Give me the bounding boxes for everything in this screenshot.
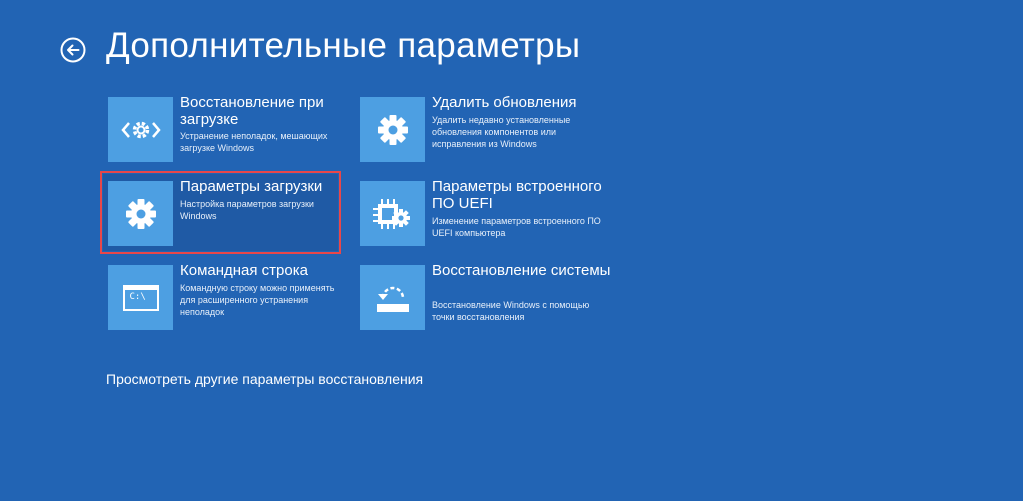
tile-title: Восстановление при загрузке — [180, 94, 324, 128]
tile-title: Удалить обновления — [432, 94, 577, 111]
tile-command-prompt[interactable]: C:\ Командная строка Командную строку мо… — [108, 262, 348, 335]
back-arrow-icon — [60, 37, 86, 63]
tile-description: Удалить недавно установленные обновления… — [432, 115, 571, 149]
gear-icon — [377, 114, 408, 145]
tile-title: Параметры встроенного ПО UEFI — [432, 178, 602, 212]
tile-icon-box — [360, 265, 425, 330]
tile-description: Устранение неполадок, мешающих загрузке … — [180, 131, 328, 153]
page-title: Дополнительные параметры — [106, 26, 581, 65]
tile-uefi-settings[interactable]: Параметры встроенного ПО UEFI Изменение … — [360, 178, 602, 251]
startup-repair-icon — [120, 121, 161, 138]
more-recovery-options-link[interactable]: Просмотреть другие параметры восстановле… — [106, 371, 423, 387]
tile-uninstall-updates[interactable]: Удалить обновления Удалить недавно устан… — [360, 94, 600, 167]
tile-icon-box — [360, 97, 425, 162]
tile-title: Командная строка — [180, 262, 308, 279]
tile-description: Командную строку можно применять для рас… — [180, 283, 335, 317]
tile-description: Восстановление Windows с помощью точки в… — [432, 300, 590, 322]
tile-startup-repair[interactable]: Восстановление при загрузке Устранение н… — [108, 94, 348, 167]
tile-description: Настройка параметров загрузки Windows — [180, 199, 314, 221]
back-button[interactable] — [60, 37, 86, 63]
tile-system-restore[interactable]: Восстановление системы Восстановление Wi… — [360, 262, 610, 335]
system-restore-icon — [376, 286, 409, 312]
tile-icon-box — [108, 181, 173, 246]
gear-icon — [125, 198, 156, 229]
tile-title: Восстановление системы — [432, 262, 611, 279]
tile-icon-box: C:\ — [108, 265, 173, 330]
tile-startup-settings[interactable]: Параметры загрузки Настройка параметров … — [108, 178, 348, 251]
command-prompt-icon: C:\ — [122, 284, 159, 311]
tile-icon-box — [108, 97, 173, 162]
tile-icon-box — [360, 181, 425, 246]
command-prompt-icon-text: C:\ — [129, 291, 146, 302]
tile-description: Изменение параметров встроенного ПО UEFI… — [432, 216, 601, 238]
chip-gear-icon — [372, 198, 410, 229]
tile-title: Параметры загрузки — [180, 178, 323, 195]
